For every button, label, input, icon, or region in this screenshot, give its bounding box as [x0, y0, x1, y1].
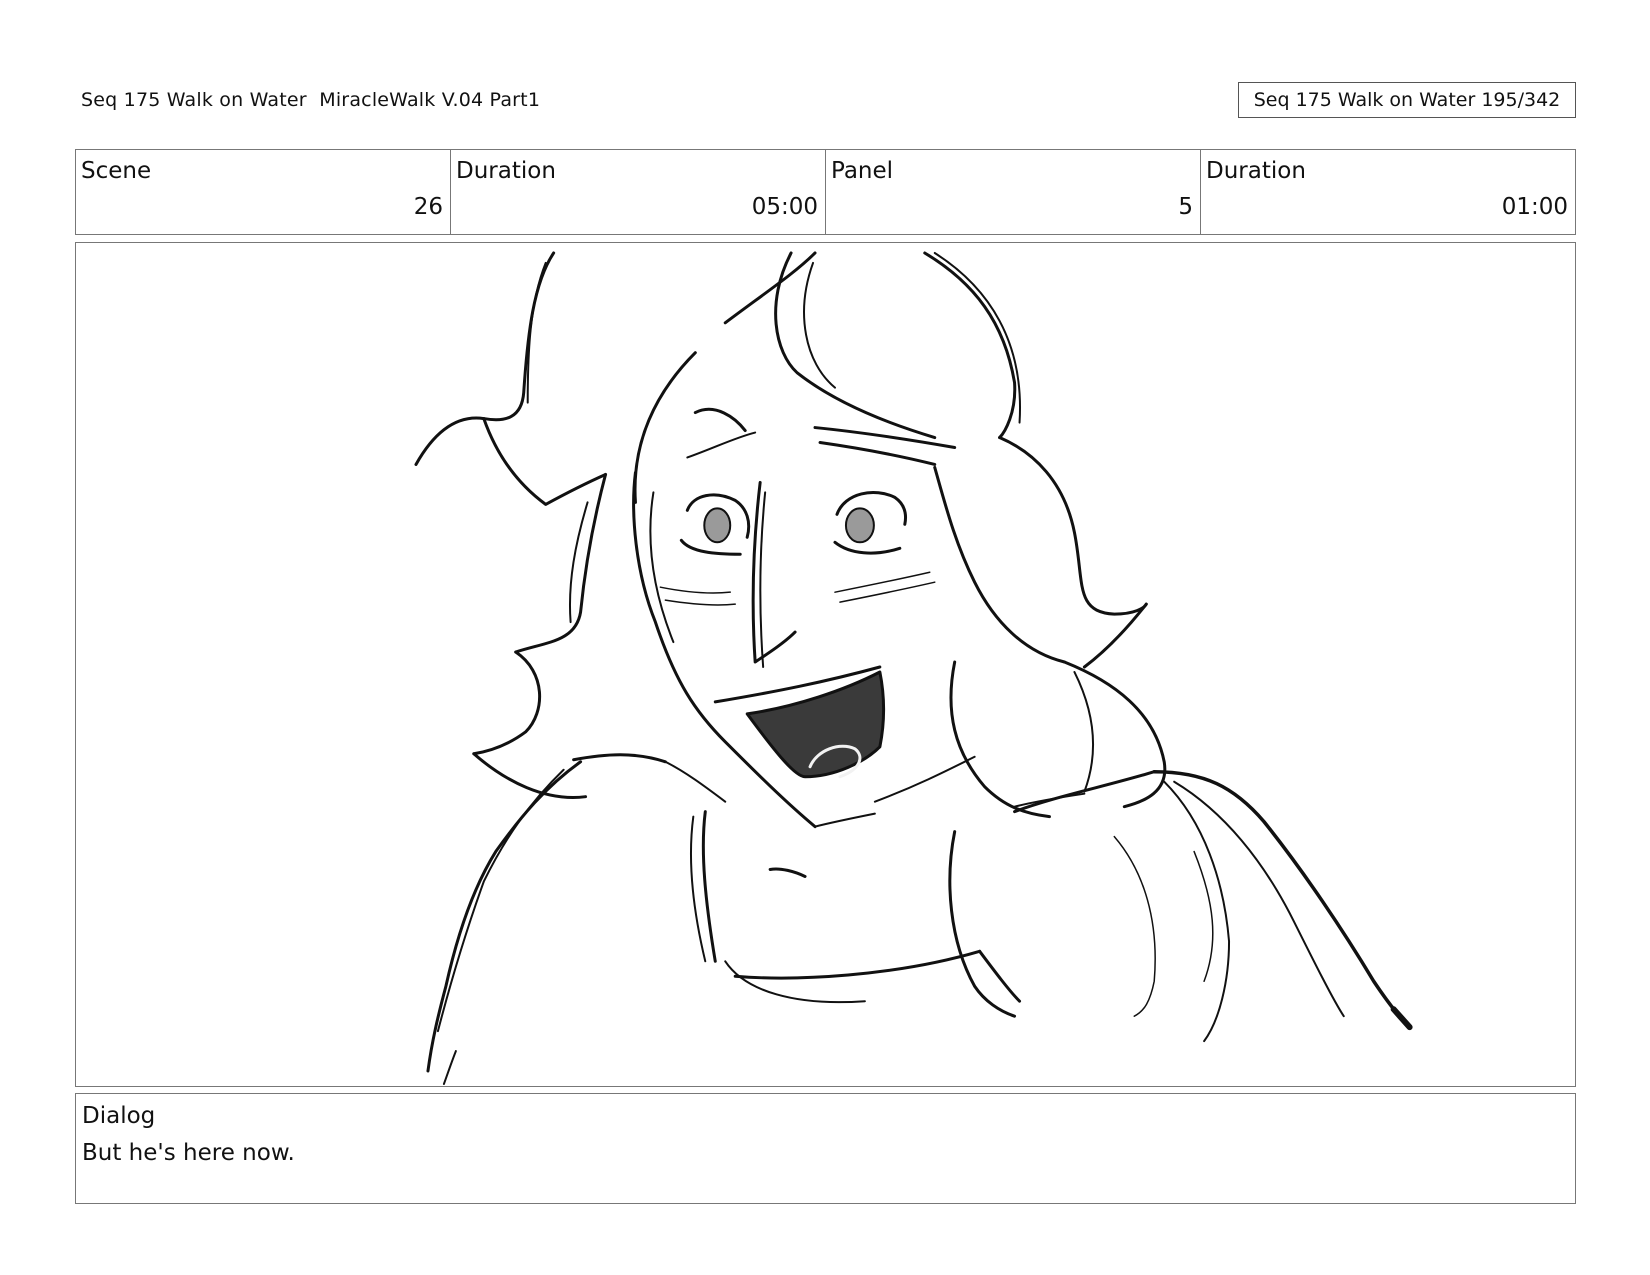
scene-label: Scene [81, 158, 152, 184]
face-outline [693, 407, 747, 433]
panel-duration-value: 01:00 [1501, 194, 1568, 220]
nose [751, 480, 797, 664]
cape-left [572, 753, 667, 764]
hair-outline [472, 650, 542, 756]
brow [686, 431, 757, 459]
scene-duration-value: 05:00 [751, 194, 818, 220]
cape-left [426, 760, 583, 1073]
right-eye [833, 540, 902, 555]
hair-outline [472, 752, 588, 799]
cape-left [664, 760, 727, 803]
panel-duration-cell: Duration 01:00 [1201, 150, 1575, 234]
blush-lines [659, 586, 731, 594]
hair-outline [998, 436, 1148, 616]
nose [759, 491, 767, 668]
cape-left [436, 768, 565, 1033]
brow [818, 441, 937, 466]
panel-value: 5 [1178, 194, 1193, 220]
cape-right [1390, 1006, 1413, 1031]
cape-right [1013, 770, 1156, 814]
cape-left [442, 1050, 457, 1086]
dialog-box: Dialog But he's here now. [75, 1093, 1576, 1204]
hair-outline [414, 251, 556, 466]
panel-duration-label: Duration [1206, 158, 1306, 184]
left-iris [703, 507, 732, 544]
face-outline [873, 755, 976, 803]
document-title: Seq 175 Walk on Water MiracleWalk V.04 P… [81, 89, 541, 111]
neck-notch [768, 867, 807, 878]
hair-outline [568, 501, 589, 624]
chest [1113, 835, 1156, 1017]
chest [948, 830, 1017, 1018]
panel-cell: Panel 5 [826, 150, 1201, 234]
chest [1193, 850, 1214, 982]
neck [701, 810, 717, 963]
hair-outline [1073, 670, 1095, 793]
mouth-open [745, 670, 886, 779]
panel-label: Panel [831, 158, 894, 184]
blush-lines [834, 571, 931, 593]
storyboard-panel [75, 242, 1576, 1087]
blush-lines [664, 599, 736, 606]
hair-outline [514, 472, 608, 654]
hair-outline [803, 261, 836, 389]
scene-duration-label: Duration [456, 158, 556, 184]
hair-outline [949, 660, 1051, 819]
scene-cell: Scene 26 [76, 150, 451, 234]
cape-right [1163, 780, 1231, 1043]
scene-value: 26 [413, 194, 443, 220]
character-sketch [414, 251, 1413, 1086]
hair-outline [633, 351, 697, 504]
dialog-text: But he's here now. [82, 1140, 295, 1166]
right-iris [844, 507, 875, 544]
chin [814, 812, 876, 828]
hair-outline [933, 251, 1022, 424]
blush-lines [839, 581, 936, 603]
collar-side [978, 949, 1022, 1003]
page-counter: Seq 175 Walk on Water 195/342 [1238, 82, 1576, 118]
hair-outline [526, 261, 547, 404]
dialog-label: Dialog [82, 1103, 156, 1129]
scene-duration-cell: Duration 05:00 [451, 150, 826, 234]
panel-info-row: Scene 26 Duration 05:00 Panel 5 Duration… [75, 149, 1576, 235]
hair-outline [774, 251, 937, 440]
hair-outline [933, 465, 1066, 664]
collar [733, 949, 982, 980]
hair-outline [723, 251, 817, 325]
collar [724, 960, 866, 1004]
left-eye [679, 538, 742, 556]
hair-outline [482, 417, 608, 506]
